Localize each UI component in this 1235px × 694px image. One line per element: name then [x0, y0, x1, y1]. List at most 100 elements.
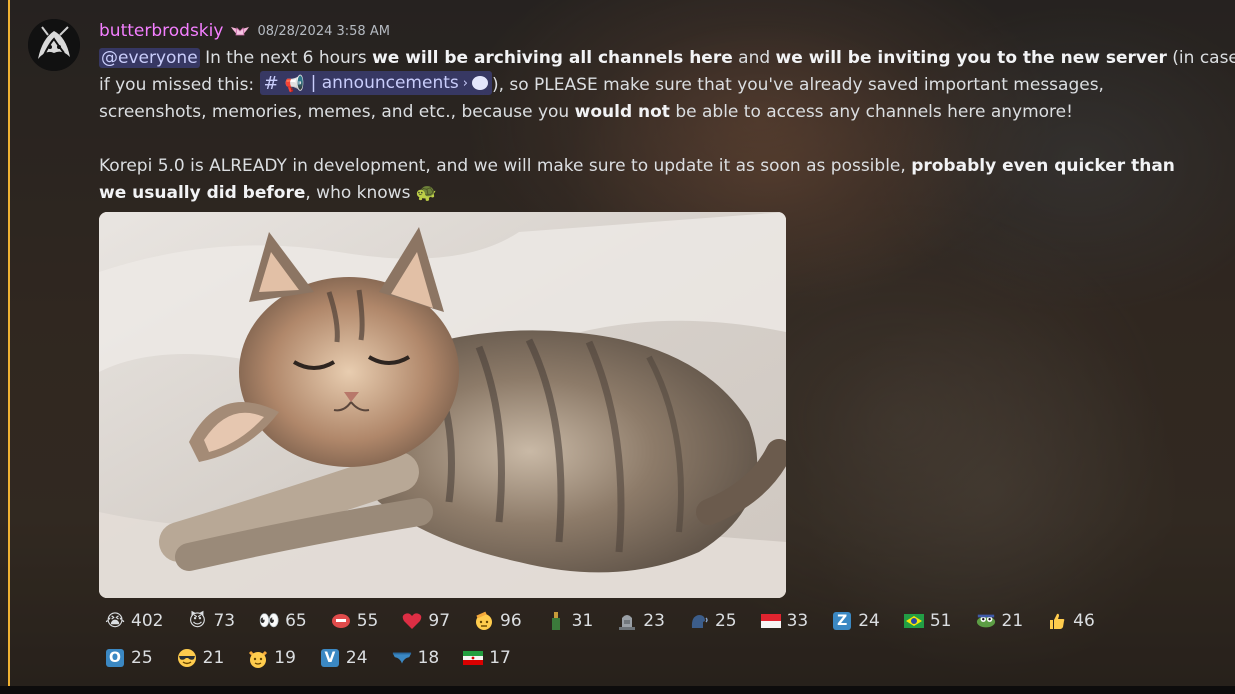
reaction-count: 21 — [202, 648, 225, 668]
chevron-right-icon: › — [462, 75, 468, 91]
reactions-bar: 😭 402 😈 73 👀 65 55 97 96 31 23 25 33 Z 24 51… — [99, 606, 1209, 680]
smiling-imp-icon: 😈 — [188, 611, 207, 631]
reaction-count: 25 — [714, 611, 737, 631]
reaction-count: 73 — [213, 611, 236, 631]
reaction-flag-indonesia[interactable]: 33 — [755, 606, 825, 636]
chat-message[interactable]: butterbrodskiy 08/28/2024 3:58 AM @every… — [0, 0, 1235, 686]
reaction-bottle[interactable]: 31 — [540, 606, 610, 636]
message-header: butterbrodskiy 08/28/2024 3:58 AM — [99, 19, 390, 43]
bold-text: probably even quicker than — [911, 156, 1175, 176]
speech-bubble-icon — [471, 76, 488, 90]
reaction-smiling-imp[interactable]: 😈 73 — [181, 606, 251, 636]
reaction-count: 31 — [571, 611, 594, 631]
content-line-4: Korepi 5.0 is ALREADY in development, an… — [99, 153, 1199, 180]
reaction-count: 21 — [1001, 611, 1024, 631]
reaction-regional-o[interactable]: O 25 — [99, 643, 169, 673]
content-line-1: @everyone In the next 6 hours we will be… — [99, 45, 1235, 72]
reaction-flag-brazil[interactable]: 51 — [898, 606, 968, 636]
reaction-regional-z[interactable]: Z 24 — [826, 606, 896, 636]
reactions-row-2: O 25 21 19 V 24 18 17 — [99, 643, 1209, 675]
reaction-count: 24 — [345, 648, 368, 668]
thumbs-up-icon — [1047, 611, 1067, 631]
biting-lip-icon — [331, 611, 351, 631]
avatar[interactable] — [28, 19, 80, 71]
username[interactable]: butterbrodskiy — [99, 21, 223, 41]
bold-text: we usually did before — [99, 183, 306, 203]
reaction-count: 23 — [643, 611, 665, 631]
content-line-5: we usually did before, who knows 🐢 — [99, 180, 1199, 207]
text: if you missed this: — [99, 75, 260, 95]
content-line-3: screenshots, memories, memes, and etc., … — [99, 99, 1199, 126]
reaction-tomb[interactable]: 23 — [611, 606, 681, 636]
reaction-count: 65 — [285, 611, 307, 631]
text: be able to access any channels here anym… — [669, 102, 1073, 122]
image-attachment[interactable] — [99, 212, 786, 598]
reaction-count: 97 — [428, 611, 451, 631]
timestamp[interactable]: 08/28/2024 3:58 AM — [257, 24, 390, 39]
reaction-speaking-head[interactable]: 25 — [683, 606, 753, 636]
bottom-edge — [0, 686, 1235, 694]
content-line-2: if you missed this: # 📢 | announcements ›),… — [99, 71, 1199, 99]
reaction-count: 33 — [786, 611, 809, 631]
reaction-briefs[interactable]: 18 — [386, 643, 456, 673]
bottle-icon — [546, 611, 566, 631]
eyes-icon: 👀 — [258, 611, 280, 631]
channel-name: | announcements — [310, 72, 459, 93]
flag-indonesia-icon — [760, 611, 781, 631]
crown-wings-icon[interactable] — [229, 23, 251, 39]
text: (in case — [1166, 48, 1235, 68]
reaction-eyes[interactable]: 👀 65 — [253, 606, 323, 636]
sunglasses-face-icon — [177, 648, 197, 668]
regional-z-letter: Z — [833, 612, 852, 630]
briefs-icon — [392, 648, 412, 668]
reaction-regional-v[interactable]: V 24 — [314, 643, 384, 673]
regional-z-icon: Z — [832, 611, 852, 631]
reactions-row-1: 😭 402 😈 73 👀 65 55 97 96 31 23 25 33 Z 24 51… — [99, 606, 1209, 638]
reaction-count: 25 — [131, 648, 153, 668]
saluting-face-icon — [474, 611, 494, 631]
bold-text: would not — [574, 102, 670, 122]
reaction-cat-face[interactable]: 19 — [242, 643, 312, 673]
reaction-sunglasses-face[interactable]: 21 — [171, 643, 241, 673]
speaking-head-icon — [689, 611, 709, 631]
channel-mention[interactable]: # 📢 | announcements › — [259, 71, 492, 95]
regional-v-letter: V — [320, 649, 339, 667]
red-heart-icon — [402, 611, 422, 631]
text: ), so PLEASE make sure that you've alrea… — [491, 75, 1104, 95]
reaction-red-heart[interactable]: 97 — [396, 606, 466, 636]
regional-o-icon: O — [105, 648, 125, 668]
megaphone-icon: 📢 — [284, 73, 305, 93]
reaction-count: 402 — [131, 611, 164, 631]
reaction-count: 46 — [1073, 611, 1095, 631]
text: and — [732, 48, 776, 68]
reaction-count: 17 — [489, 648, 511, 668]
text: In the next 6 hours — [199, 48, 373, 68]
message-content: @everyone In the next 6 hours we will be… — [99, 45, 1235, 207]
cat-face-icon — [248, 648, 268, 668]
bold-text: we will be inviting you to the new serve… — [775, 48, 1167, 68]
text: , who knows — [305, 183, 416, 203]
regional-o-letter: O — [106, 649, 124, 667]
reaction-count: 19 — [274, 648, 296, 668]
pepe-custom-icon — [976, 611, 996, 631]
mention-highlight-bar — [8, 0, 10, 686]
crying-face-icon: 😭 — [105, 611, 125, 631]
reaction-thumbs-up[interactable]: 46 — [1041, 606, 1111, 636]
text: screenshots, memories, memes, and etc., … — [99, 102, 575, 122]
reaction-flag-iran[interactable]: 17 — [457, 643, 527, 673]
reaction-saluting-face[interactable]: 96 — [468, 606, 538, 636]
reaction-pepe-custom[interactable]: 21 — [970, 606, 1040, 636]
regional-v-icon: V — [320, 648, 340, 668]
reaction-count: 18 — [417, 648, 440, 668]
reaction-count: 96 — [500, 611, 522, 631]
reaction-crying-face[interactable]: 😭 402 — [99, 606, 179, 636]
reaction-count: 55 — [356, 611, 379, 631]
tomb-icon — [617, 611, 637, 631]
flag-iran-icon — [463, 648, 484, 668]
reaction-count: 24 — [858, 611, 880, 631]
sleeping-kitten-image — [99, 212, 786, 598]
everyone-mention[interactable]: @everyone — [99, 48, 200, 68]
reaction-biting-lip[interactable]: 55 — [325, 606, 395, 636]
bold-text: we will be archiving all channels here — [372, 48, 733, 68]
